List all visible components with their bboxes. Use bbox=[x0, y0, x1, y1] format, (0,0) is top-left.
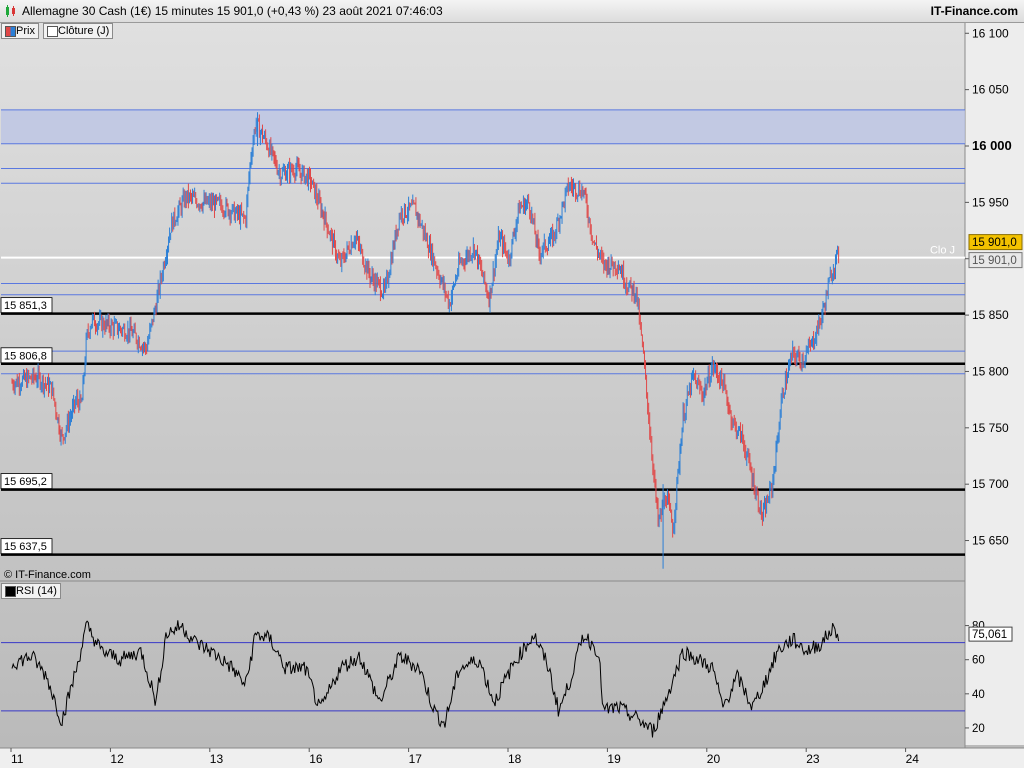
price-tick-label: 15 650 bbox=[972, 534, 1009, 548]
close-swatch bbox=[47, 26, 58, 37]
support-label: 15 851,3 bbox=[4, 300, 47, 312]
support-label: 15 637,5 bbox=[4, 541, 47, 553]
candlestick-icon bbox=[6, 5, 15, 17]
rsi-current-label: 75,061 bbox=[972, 629, 1007, 641]
rsi-line bbox=[11, 620, 840, 738]
price-series bbox=[11, 112, 840, 569]
rsi-tick-label: 40 bbox=[972, 689, 985, 701]
legend-close[interactable]: Clôture (J) bbox=[43, 23, 114, 39]
x-tick-label: 17 bbox=[409, 752, 423, 766]
chart-area: 15 851,3 15 806,8 15 695,2 15 637,5 Clo J 15 … bbox=[0, 0, 1024, 768]
close-price-label: 15 901,0 bbox=[972, 255, 1017, 267]
title-bar: Allemagne 30 Cash (1€) 15 minutes 15 901… bbox=[0, 0, 1024, 23]
rsi-tick-label: 60 bbox=[972, 655, 985, 667]
price-tick-label: 15 750 bbox=[972, 421, 1009, 435]
x-tick-label: 13 bbox=[210, 752, 224, 766]
x-tick-label: 18 bbox=[508, 752, 522, 766]
price-tick-label: 15 700 bbox=[972, 477, 1009, 491]
rsi-swatch bbox=[5, 586, 16, 597]
price-tick-label: 16 000 bbox=[972, 138, 1012, 153]
x-tick-label: 23 bbox=[806, 752, 820, 766]
chart-svg: 15 851,3 15 806,8 15 695,2 15 637,5 Clo J 15 … bbox=[0, 22, 1024, 768]
chart-title: Allemagne 30 Cash (1€) 15 minutes 15 901… bbox=[22, 4, 443, 18]
close-line-label: Clo J bbox=[930, 245, 955, 257]
brand-name: IT-Finance.com bbox=[930, 4, 1018, 18]
price-swatch bbox=[5, 26, 16, 37]
x-tick-label: 16 bbox=[309, 752, 323, 766]
copyright: © IT-Finance.com bbox=[4, 569, 91, 581]
support-label: 15 695,2 bbox=[4, 476, 47, 488]
legend-rsi[interactable]: RSI (14) bbox=[1, 583, 61, 599]
price-tick-label: 15 800 bbox=[972, 364, 1009, 378]
x-tick-label: 12 bbox=[110, 752, 124, 766]
price-tick-label: 16 100 bbox=[972, 26, 1009, 40]
price-tick-label: 15 950 bbox=[972, 195, 1009, 209]
price-tick-label: 15 850 bbox=[972, 308, 1009, 322]
price-tick-label: 16 050 bbox=[972, 83, 1009, 97]
x-tick-label: 19 bbox=[607, 752, 621, 766]
current-price-label: 15 901,0 bbox=[972, 237, 1017, 249]
support-label: 15 806,8 bbox=[4, 350, 47, 362]
resistance-zone bbox=[1, 109, 965, 144]
legend-price-label: Prix bbox=[16, 25, 35, 37]
legend-close-label: Clôture (J) bbox=[58, 25, 110, 37]
legend-rsi-label: RSI (14) bbox=[16, 585, 57, 597]
x-tick-label: 24 bbox=[906, 752, 920, 766]
x-tick-label: 11 bbox=[11, 752, 24, 766]
x-tick-label: 20 bbox=[707, 752, 721, 766]
legend-price[interactable]: Prix bbox=[1, 23, 39, 39]
rsi-tick-label: 20 bbox=[972, 723, 985, 735]
